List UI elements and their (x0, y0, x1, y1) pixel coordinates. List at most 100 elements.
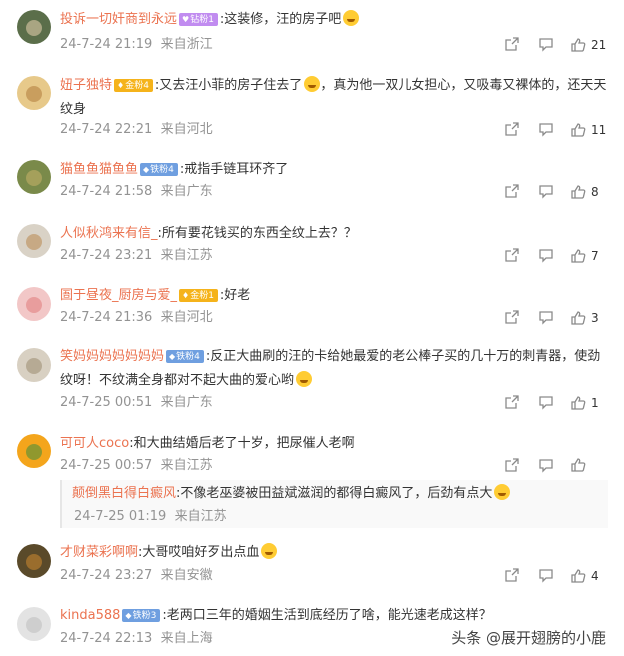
comment-text: :又去汪小菲的房子住去了 (154, 78, 303, 93)
fan-badge[interactable]: ◆铁粉4 (140, 163, 178, 176)
comment-location: 来自广东 (160, 395, 213, 410)
username[interactable]: 笑妈妈妈妈妈妈妈 (60, 349, 164, 364)
comment-time: 24-7-24 23:27 (60, 568, 153, 583)
fan-badge[interactable]: ◆铁粉4 (166, 350, 204, 363)
username[interactable]: kinda588 (60, 608, 120, 623)
thumbs-up-icon (571, 311, 586, 325)
like-button[interactable]: 3 (570, 309, 599, 327)
fan-badge[interactable]: ♦金粉4 (114, 79, 153, 92)
share-icon (505, 310, 519, 324)
comment-icon (539, 38, 553, 52)
like-button[interactable]: 7 (570, 247, 599, 265)
comment-time: 24-7-24 21:58 (60, 184, 153, 199)
like-count: 21 (591, 38, 607, 52)
comment-text: :老两口三年的婚姻生活到底经历了啥，能光速老成这样？ (162, 608, 492, 623)
comment-icon (539, 459, 553, 473)
like-count: 8 (591, 185, 599, 199)
comment-location: 来自河北 (160, 310, 213, 325)
comment-actions: 21 (504, 36, 610, 54)
comment-text: :大哥哎咱好歹出点血 (138, 545, 260, 560)
comment-time: 24-7-24 22:13 (60, 631, 153, 646)
watermark: 头条 @展开翅膀的小鹿 (451, 629, 606, 647)
comment-text: :所有要花钱买的东西全纹上去？？ (157, 226, 357, 241)
comment-icon (539, 249, 553, 263)
share-button[interactable] (504, 183, 520, 199)
smile-emoji-icon (261, 543, 278, 559)
reply-button[interactable] (538, 247, 554, 263)
comment-location: 来自广东 (160, 184, 213, 199)
share-icon (505, 122, 519, 136)
comment-icon (539, 185, 553, 199)
comment-actions (504, 457, 610, 475)
like-button[interactable]: 8 (570, 183, 599, 201)
comment-icon (539, 123, 553, 137)
like-button[interactable]: 11 (570, 121, 606, 139)
comment-icon (539, 569, 553, 583)
comment-icon (539, 396, 553, 410)
thumbs-up-icon (571, 185, 586, 199)
username[interactable]: 妞子独特 (60, 78, 112, 93)
reply-location: 来自江苏 (174, 509, 227, 524)
share-icon (505, 568, 519, 582)
username[interactable]: 投诉一切奸商到永远 (60, 12, 177, 27)
like-count: 3 (591, 311, 599, 325)
dizzy-emoji-icon (304, 76, 321, 92)
reply-button[interactable] (538, 567, 554, 583)
reply-time: 24-7-25 01:19 (74, 509, 167, 524)
thumbs-up-icon (571, 38, 586, 52)
sub-reply: 颠倒黑白得白癜风:不像老巫婆被田益斌滋润的都得白癜风了，后劲有点大 24-7-2… (60, 480, 608, 528)
like-button[interactable]: 21 (570, 36, 606, 54)
comment-time: 24-7-24 23:21 (60, 248, 153, 263)
share-icon (505, 248, 519, 262)
comment-actions: 4 (504, 567, 610, 585)
reply-username[interactable]: 颠倒黑白得白癜风 (72, 486, 176, 501)
thumbs-up-icon (571, 458, 586, 472)
username[interactable]: 可可人coco (60, 436, 129, 451)
like-count: 1 (591, 396, 599, 410)
comment-actions: 11 (504, 121, 610, 139)
comment-time: 24-7-25 00:51 (60, 395, 153, 410)
fan-badge[interactable]: ◆铁粉3 (122, 609, 161, 622)
share-button[interactable] (504, 567, 520, 583)
fan-badge[interactable]: ♦金粉1 (179, 289, 218, 302)
reply-button[interactable] (538, 457, 554, 473)
reply-button[interactable] (538, 183, 554, 199)
username[interactable]: 才财菜彩啊啊 (60, 545, 138, 560)
username[interactable]: 猫鱼鱼猫鱼鱼 (60, 162, 138, 177)
thumbs-up-icon (571, 569, 586, 583)
comment-text: :和大曲结婚后老了十岁，把尿催人老啊 (129, 436, 355, 451)
comment-actions: 3 (504, 309, 610, 327)
comment-actions: 1 (504, 394, 610, 412)
comment-location: 来自江苏 (160, 458, 213, 473)
share-icon (505, 37, 519, 51)
comment-location: 来自河北 (160, 122, 213, 137)
share-button[interactable] (504, 121, 520, 137)
reply-button[interactable] (538, 36, 554, 52)
like-button[interactable] (570, 457, 591, 473)
like-button[interactable]: 4 (570, 567, 599, 585)
like-button[interactable]: 1 (570, 394, 599, 412)
reply-button[interactable] (538, 309, 554, 325)
comment-text: :好老 (219, 288, 251, 303)
username[interactable]: 人似秋鸿来有信_ (60, 226, 158, 241)
comment-time: 24-7-25 00:57 (60, 458, 153, 473)
share-button[interactable] (504, 247, 520, 263)
laugh-emoji-icon (343, 10, 360, 26)
comment-location: 来自安徽 (160, 568, 213, 583)
reply-button[interactable] (538, 394, 554, 410)
share-icon (505, 395, 519, 409)
comment-text: :这装修，汪的房子吧 (219, 12, 342, 27)
reply-button[interactable] (538, 121, 554, 137)
thumbs-up-icon (571, 123, 586, 137)
fan-badge[interactable]: ♥钻粉1 (179, 13, 218, 26)
username[interactable]: 圄于昼夜_厨房与爱_ (60, 288, 177, 303)
comment-actions: 8 (504, 183, 610, 201)
share-button[interactable] (504, 394, 520, 410)
like-count: 7 (591, 249, 599, 263)
share-button[interactable] (504, 36, 520, 52)
share-button[interactable] (504, 457, 520, 473)
comment-text: :戒指手链耳环齐了 (179, 162, 289, 177)
dizzy-emoji-icon (494, 484, 511, 500)
reply-text: :不像老巫婆被田益斌滋润的都得白癜风了，后劲有点大 (176, 486, 493, 501)
share-button[interactable] (504, 309, 520, 325)
